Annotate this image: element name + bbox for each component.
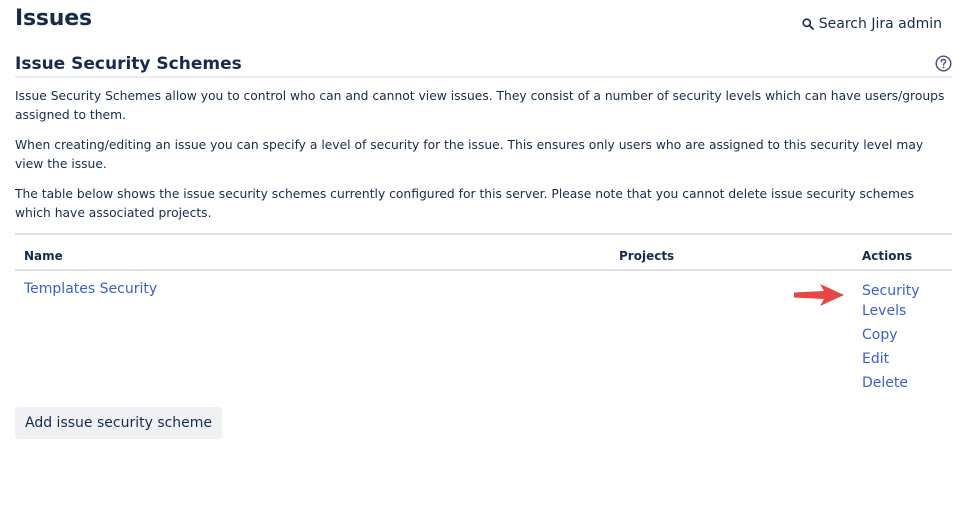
search-jira-admin-label: Search Jira admin	[818, 16, 942, 32]
security-levels-link[interactable]: Security Levels	[862, 281, 920, 321]
row-actions: Security Levels Copy Edit Delete	[862, 281, 932, 397]
page-title: Issues	[15, 6, 92, 31]
description-paragraph-1: Issue Security Schemes allow you to cont…	[15, 89, 945, 122]
column-header-projects: Projects	[619, 249, 675, 263]
add-issue-security-scheme-button[interactable]: Add issue security scheme	[15, 407, 223, 439]
edit-link[interactable]: Edit	[862, 349, 932, 369]
copy-link[interactable]: Copy	[862, 325, 932, 345]
help-icon[interactable]	[935, 55, 952, 72]
column-header-name: Name	[24, 249, 63, 263]
delete-link[interactable]: Delete	[862, 373, 932, 393]
annotation-arrow-icon	[794, 284, 844, 306]
search-jira-admin-link[interactable]: Search Jira admin	[802, 16, 942, 32]
description-paragraph-2: When creating/editing an issue you can s…	[15, 138, 924, 171]
security-schemes-table: Name Projects Actions Templates Security…	[15, 233, 952, 401]
table-header: Name Projects Actions	[15, 235, 952, 271]
description-paragraph-3: The table below shows the issue security…	[15, 187, 914, 220]
section-title: Issue Security Schemes	[15, 54, 242, 74]
section-divider	[15, 76, 952, 78]
column-header-actions: Actions	[862, 249, 913, 263]
scheme-name-link[interactable]: Templates Security	[24, 281, 157, 297]
search-icon	[802, 18, 814, 30]
